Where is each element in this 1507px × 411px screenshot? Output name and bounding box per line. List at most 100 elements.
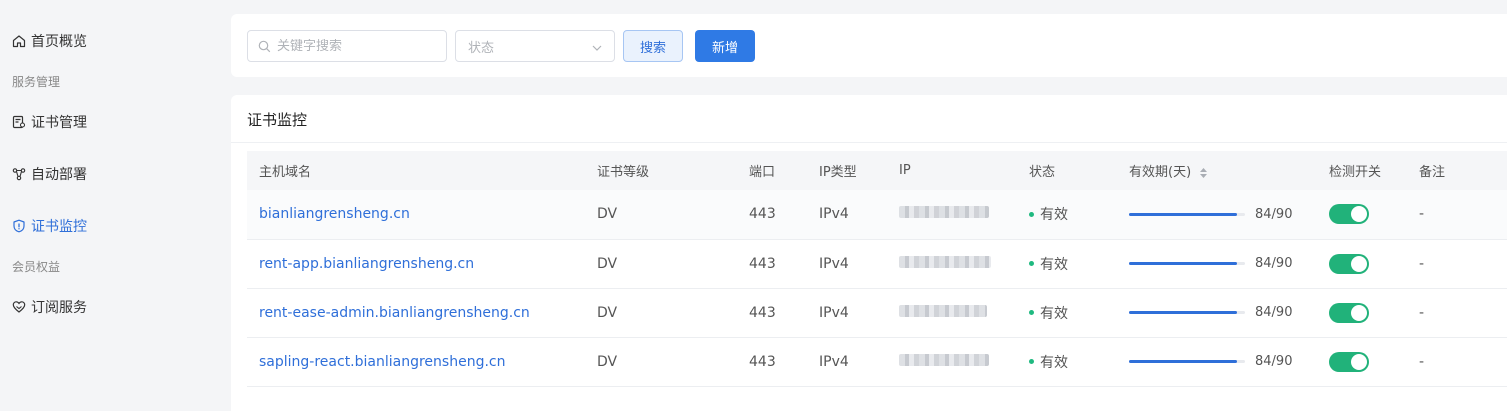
status-dot-icon xyxy=(1029,359,1034,364)
ip-cell xyxy=(887,239,1017,288)
validity-progress-fill xyxy=(1129,212,1237,216)
status-text: 有效 xyxy=(1040,256,1068,273)
ip-cell xyxy=(887,190,1017,239)
status-cell: 有效 xyxy=(1017,239,1117,288)
level-cell: DV xyxy=(597,255,618,272)
column-header-port: 端口 xyxy=(749,165,776,180)
sidebar-item-subscription[interactable]: 订阅服务 xyxy=(12,297,87,317)
validity-cell: 84/90 xyxy=(1117,239,1317,288)
table-row: rent-ease-admin.bianliangrensheng.cn DV … xyxy=(247,288,1507,337)
search-field[interactable] xyxy=(247,30,447,62)
sidebar-item-auto-deploy[interactable]: 自动部署 xyxy=(12,164,87,184)
ip-redacted xyxy=(899,353,989,366)
ip-type-cell: IPv4 xyxy=(819,255,849,272)
table-row: bianliangrensheng.cn DV 443 IPv4 有效 84/9… xyxy=(247,190,1507,239)
detect-switch-cell xyxy=(1317,288,1407,337)
host-cell: sapling-react.bianliangrensheng.cn xyxy=(247,337,585,386)
ip-type-cell: IPv4 xyxy=(819,304,849,321)
sidebar-item-label: 自动部署 xyxy=(31,167,87,183)
status-text: 有效 xyxy=(1040,354,1068,371)
sidebar-item-cert-manage[interactable]: 证书管理 xyxy=(12,112,87,132)
column-header-remark: 备注 xyxy=(1419,165,1446,180)
detect-toggle[interactable] xyxy=(1329,302,1369,323)
detect-toggle[interactable] xyxy=(1329,351,1369,372)
status-dot-icon xyxy=(1029,261,1034,266)
toggle-knob xyxy=(1351,206,1367,223)
sort-icon[interactable] xyxy=(1199,167,1208,179)
detect-toggle[interactable] xyxy=(1329,204,1369,225)
column-header-validity-label: 有效期(天) xyxy=(1129,165,1192,180)
status-select-placeholder: 状态 xyxy=(468,40,495,56)
validity-progress xyxy=(1129,212,1245,216)
cert-monitor-table: 主机域名 证书等级 端口 IP类型 IP 状态 有效期(天) 检测开关 备注 b… xyxy=(247,151,1507,387)
host-link[interactable]: sapling-react.bianliangrensheng.cn xyxy=(259,354,505,370)
toggle-knob xyxy=(1351,353,1367,370)
host-link[interactable]: rent-app.bianliangrensheng.cn xyxy=(259,256,474,272)
host-cell: rent-app.bianliangrensheng.cn xyxy=(247,239,585,288)
validity-progress xyxy=(1129,311,1245,314)
ip-cell xyxy=(887,288,1017,337)
port-cell: 443 xyxy=(749,255,776,272)
ip-redacted xyxy=(899,304,987,317)
cert-monitor-panel: 证书监控 主机域名 证书等级 端口 IP类型 IP 状态 有效期(天) 检测开关… xyxy=(231,95,1507,411)
validity-cell: 84/90 xyxy=(1117,337,1317,386)
port-cell: 443 xyxy=(749,206,776,223)
divider xyxy=(231,142,1507,143)
sidebar-item-label: 订阅服务 xyxy=(31,300,87,316)
host-cell: rent-ease-admin.bianliangrensheng.cn xyxy=(247,288,585,337)
sidebar-item-home[interactable]: 首页概览 xyxy=(12,31,87,51)
remark-cell: - xyxy=(1419,255,1425,272)
table-header-row: 主机域名 证书等级 端口 IP类型 IP 状态 有效期(天) 检测开关 备注 xyxy=(247,151,1507,190)
detect-switch-cell xyxy=(1317,337,1407,386)
column-header-ip: IP xyxy=(899,163,911,178)
table-row: rent-app.bianliangrensheng.cn DV 443 IPv… xyxy=(247,239,1507,288)
sidebar-group-service: 服务管理 xyxy=(12,75,61,89)
remark-cell: - xyxy=(1419,206,1425,223)
chevron-down-icon xyxy=(592,42,602,52)
validity-cell: 84/90 xyxy=(1117,190,1317,239)
column-header-validity[interactable]: 有效期(天) xyxy=(1117,151,1317,190)
detect-switch-cell xyxy=(1317,190,1407,239)
status-cell: 有效 xyxy=(1017,288,1117,337)
validity-progress xyxy=(1129,360,1245,363)
sidebar-item-cert-monitor[interactable]: 证书监控 xyxy=(12,216,87,236)
sidebar-item-label: 证书监控 xyxy=(31,219,87,235)
validity-text: 84/90 xyxy=(1255,305,1293,320)
detect-switch-cell xyxy=(1317,239,1407,288)
ip-type-cell: IPv4 xyxy=(819,206,849,223)
status-dot-icon xyxy=(1029,211,1034,217)
column-header-detect-switch: 检测开关 xyxy=(1329,165,1382,180)
add-button[interactable]: 新增 xyxy=(695,30,755,62)
sidebar-item-label: 证书管理 xyxy=(31,115,87,131)
search-input[interactable] xyxy=(277,38,427,54)
deploy-icon xyxy=(12,167,26,181)
status-dot-icon xyxy=(1029,310,1034,315)
level-cell: DV xyxy=(597,353,618,370)
detect-toggle[interactable] xyxy=(1329,253,1369,274)
status-select[interactable]: 状态 xyxy=(455,30,615,62)
shield-icon xyxy=(12,219,26,233)
validity-progress-fill xyxy=(1129,262,1237,265)
ip-type-cell: IPv4 xyxy=(819,353,849,370)
status-text: 有效 xyxy=(1040,207,1068,224)
certificate-icon xyxy=(12,115,26,129)
column-header-level: 证书等级 xyxy=(597,165,650,180)
host-link[interactable]: rent-ease-admin.bianliangrensheng.cn xyxy=(259,305,530,321)
page-title: 证书监控 xyxy=(247,111,308,129)
validity-progress-fill xyxy=(1129,311,1237,314)
level-cell: DV xyxy=(597,206,618,223)
ip-redacted xyxy=(899,255,991,268)
validity-cell: 84/90 xyxy=(1117,288,1317,337)
filter-toolbar: 状态 搜索 新增 xyxy=(231,14,1507,77)
host-link[interactable]: bianliangrensheng.cn xyxy=(259,206,410,222)
sidebar-item-label: 首页概览 xyxy=(31,34,87,50)
port-cell: 443 xyxy=(749,304,776,321)
search-icon xyxy=(258,40,271,53)
heart-icon xyxy=(12,300,26,314)
toggle-knob xyxy=(1351,304,1367,321)
host-cell: bianliangrensheng.cn xyxy=(247,190,585,239)
ip-redacted xyxy=(899,206,989,219)
search-button[interactable]: 搜索 xyxy=(623,30,683,62)
validity-progress xyxy=(1129,262,1245,265)
validity-text: 84/90 xyxy=(1255,206,1293,222)
